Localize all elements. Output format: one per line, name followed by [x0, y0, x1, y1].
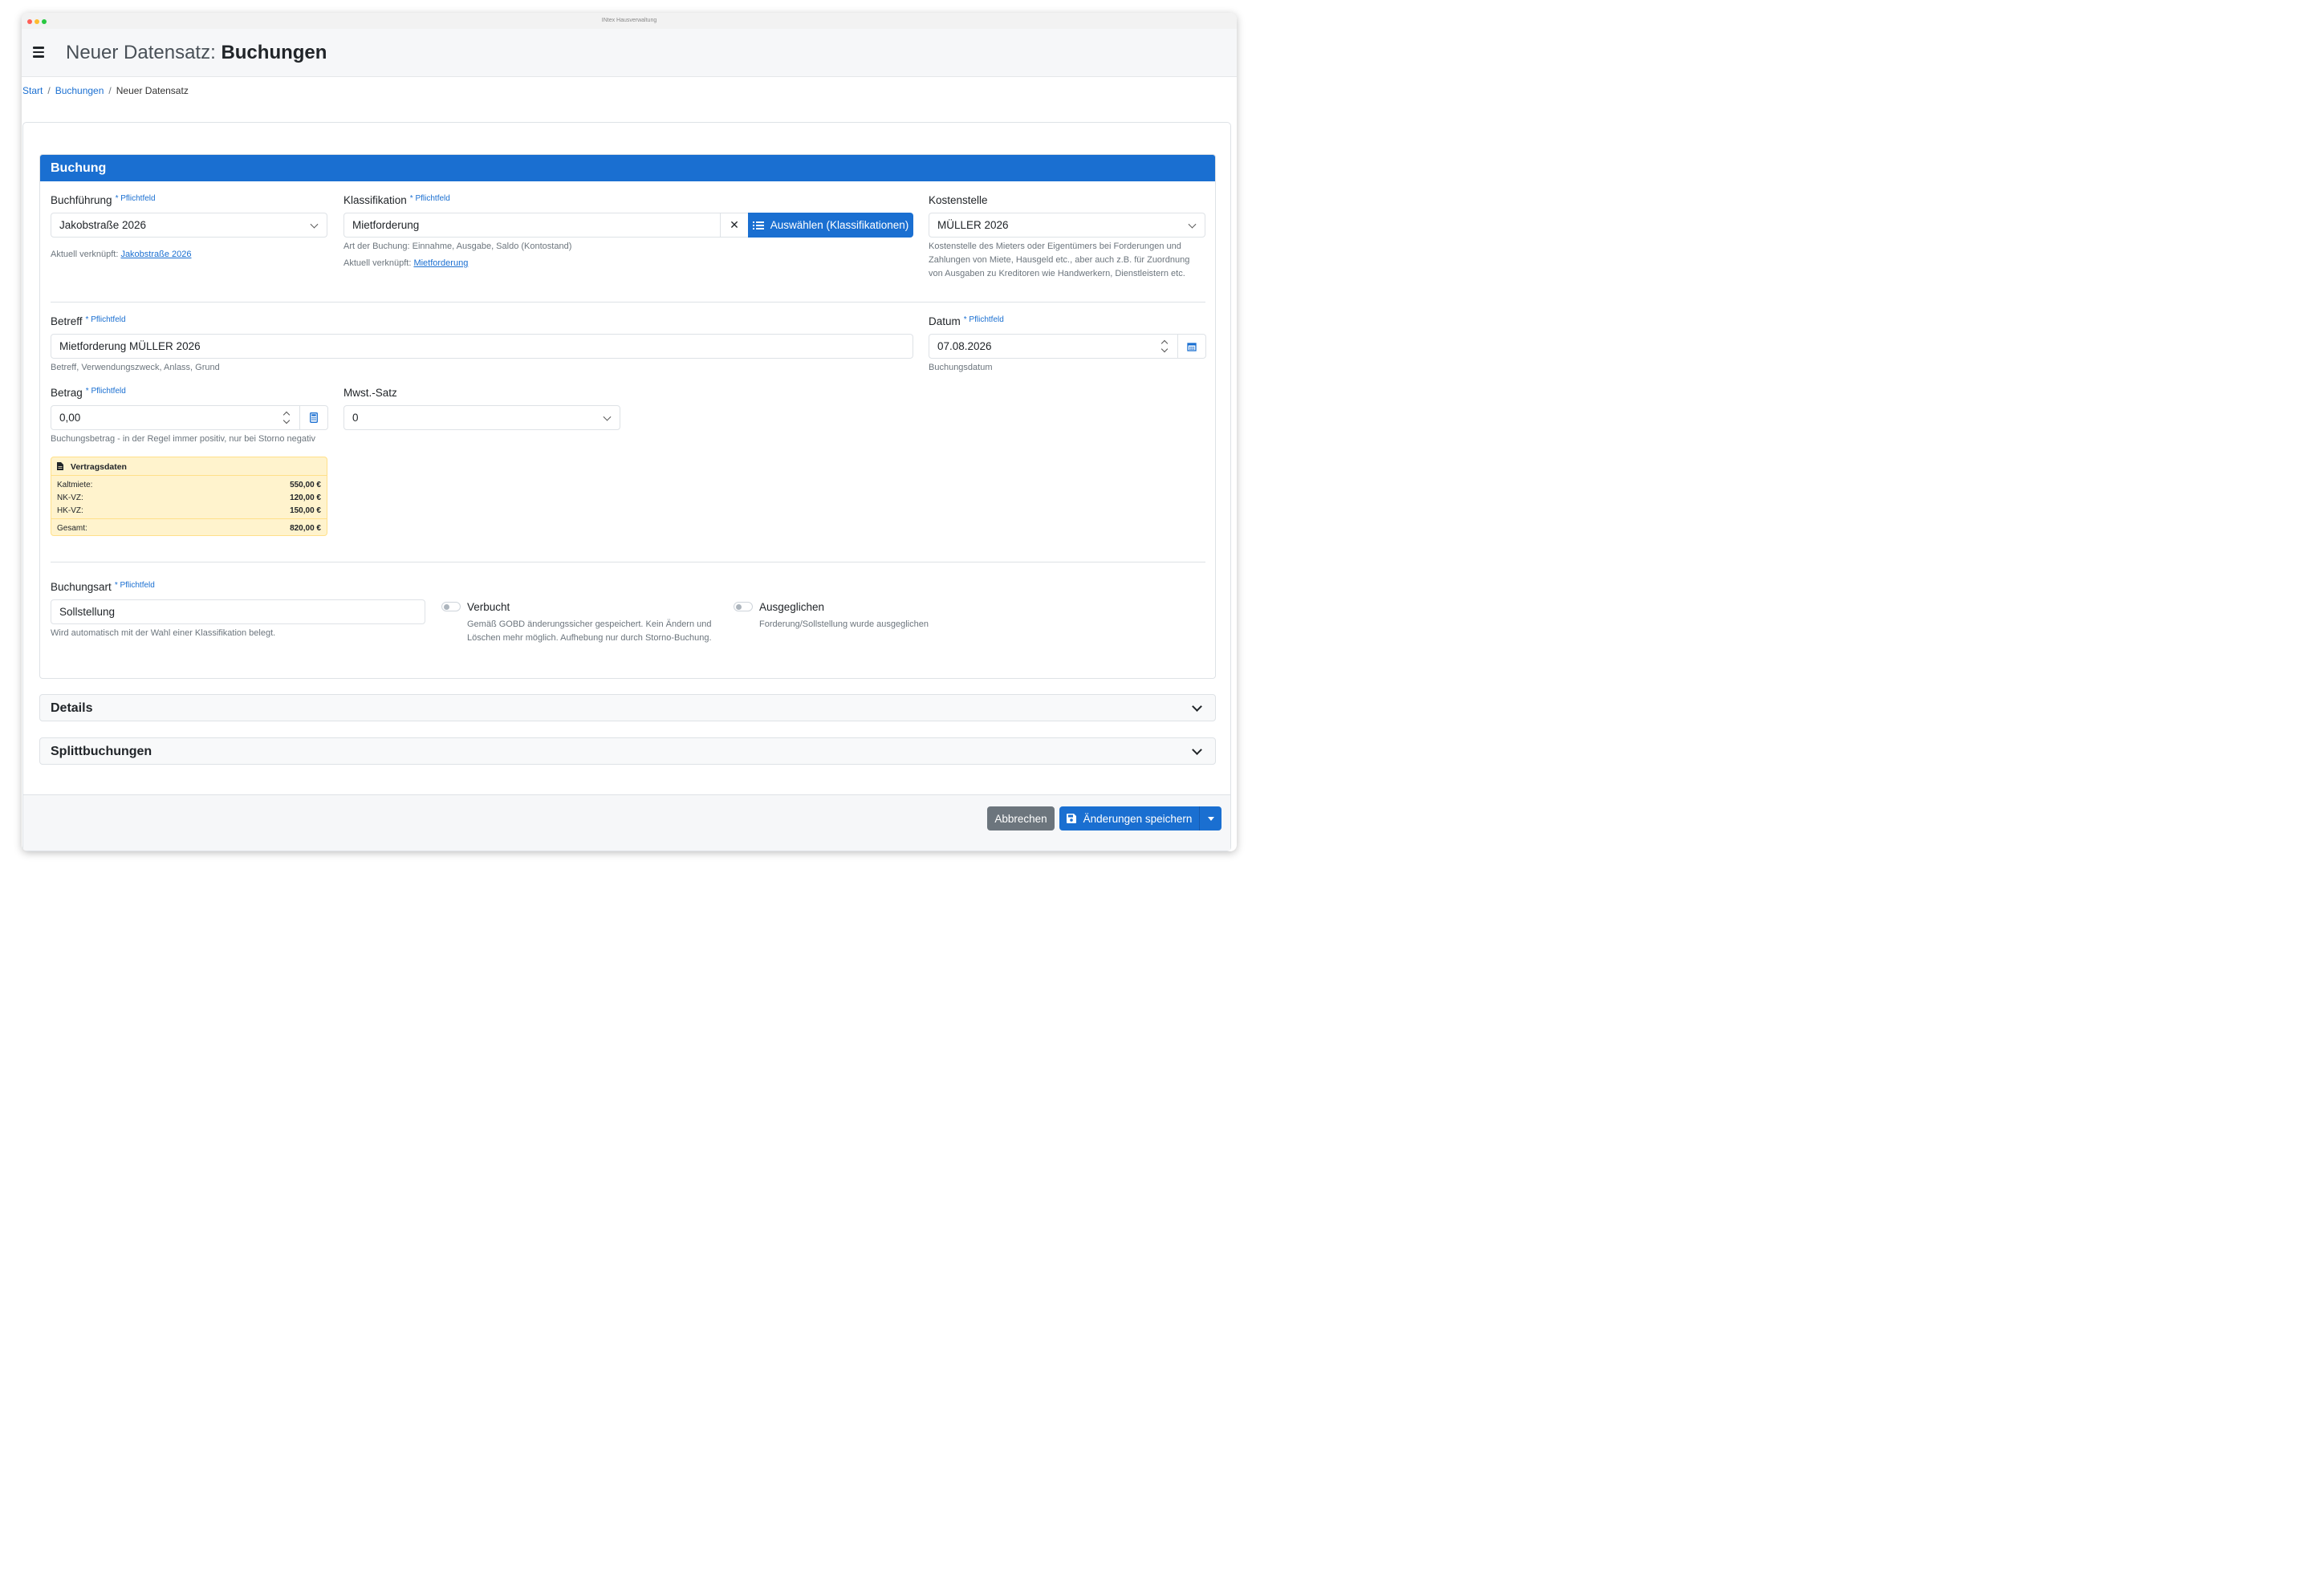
save-button[interactable]: Änderungen speichern — [1059, 806, 1199, 830]
floppy-disk-icon — [1066, 814, 1076, 823]
vertragsdaten-title: Vertragsdaten — [57, 462, 127, 472]
datum-calendar-button[interactable] — [1177, 334, 1206, 359]
breadcrumb: Start / Buchungen / Neuer Datensatz — [22, 85, 189, 96]
datum-help: Buchungsdatum — [929, 363, 993, 372]
chevron-down-icon — [310, 220, 319, 229]
buchungsart-label: Buchungsart * Pflichtfeld — [51, 581, 155, 593]
vertragsdaten-row: NK-VZ: 120,00 € — [57, 493, 321, 502]
page-title-prefix: Neuer Datensatz: — [66, 42, 216, 63]
ausgeglichen-toggle[interactable] — [734, 602, 753, 611]
spinner-icon — [283, 411, 290, 425]
chevron-down-icon — [1192, 701, 1202, 712]
klassifikation-clear-button[interactable]: ✕ — [720, 213, 749, 238]
form-footer: Abbrechen Änderungen speichern — [23, 794, 1230, 851]
kostenstelle-label: Kostenstelle — [929, 194, 988, 206]
verbucht-label: Verbucht — [467, 601, 510, 613]
betrag-calculator-button[interactable] — [299, 405, 328, 430]
list-icon — [752, 221, 764, 229]
vertragsdaten-row: Kaltmiete: 550,00 € — [57, 481, 321, 489]
chevron-down-icon — [1192, 745, 1202, 755]
vertragsdaten-box: Vertragsdaten Kaltmiete: 550,00 € NK-VZ: 1… — [51, 457, 327, 536]
divider — [51, 302, 1205, 303]
splittbuchungen-accordion[interactable]: Splittbuchungen — [39, 737, 1216, 765]
breadcrumb-buchungen[interactable]: Buchungen — [55, 85, 104, 96]
buchfuehrung-label: Buchführung * Pflichtfeld — [51, 194, 156, 206]
buchfuehrung-select[interactable]: Jakobstraße 2026 — [51, 213, 327, 238]
kostenstelle-help: Kostenstelle des Mieters oder Eigentümer… — [929, 242, 1190, 278]
top-bar: Neuer Datensatz: Buchungen — [22, 29, 1237, 77]
betrag-label: Betrag * Pflichtfeld — [51, 387, 126, 399]
mwst-select[interactable]: 0 — [343, 405, 620, 430]
mwst-label: Mwst.-Satz — [343, 387, 397, 399]
buchungsart-help: Wird automatisch mit der Wahl einer Klas… — [51, 628, 276, 638]
betrag-help: Buchungsbetrag - in der Regel immer posi… — [51, 434, 315, 444]
buchungsart-input[interactable]: Sollstellung — [51, 599, 425, 624]
buchfuehrung-link[interactable]: Jakobstraße 2026 — [120, 250, 191, 259]
save-options-dropdown[interactable] — [1199, 806, 1221, 830]
cancel-button[interactable]: Abbrechen — [987, 806, 1055, 830]
klassifikation-help: Art der Buchung: Einnahme, Ausgabe, Sald… — [343, 242, 572, 268]
buchfuehrung-help: Aktuell verknüpft: Jakobstraße 2026 — [51, 250, 192, 259]
calculator-icon — [310, 412, 318, 423]
form-card: Buchung Buchführung * Pflichtfeld Jakobst… — [22, 122, 1231, 851]
vertragsdaten-row: HK-VZ: 150,00 € — [57, 506, 321, 515]
klassifikation-label: Klassifikation * Pflichtfeld — [343, 194, 450, 206]
title-bar: INtex Hausverwaltung — [22, 13, 1237, 29]
ausgeglichen-help: Forderung/Sollstellung wurde ausgegliche… — [759, 619, 929, 629]
buchung-section: Buchung Buchführung * Pflichtfeld Jakobst… — [39, 154, 1216, 679]
details-accordion-title: Details — [51, 701, 93, 715]
kostenstelle-select[interactable]: MÜLLER 2026 — [929, 213, 1205, 238]
close-icon: ✕ — [730, 218, 739, 231]
datum-input[interactable]: 07.08.2026 — [929, 334, 1178, 359]
breadcrumb-current: Neuer Datensatz — [116, 85, 189, 96]
hamburger-menu-icon[interactable] — [33, 47, 44, 60]
datum-label: Datum * Pflichtfeld — [929, 315, 1004, 327]
betreff-label: Betreff * Pflichtfeld — [51, 315, 126, 327]
klassifikation-select-button[interactable]: Auswählen (Klassifikationen) — [748, 213, 913, 238]
betrag-input[interactable]: 0,00 — [51, 405, 300, 430]
verbucht-help: Gemäß GOBD änderungssicher gespeichert. … — [467, 619, 712, 643]
klassifikation-input[interactable]: Mietforderung — [343, 213, 721, 238]
document-icon — [57, 462, 63, 470]
chevron-down-icon — [1188, 220, 1197, 229]
vertragsdaten-total: Gesamt: 820,00 € — [57, 524, 321, 533]
splittbuchungen-accordion-title: Splittbuchungen — [51, 745, 152, 758]
verbucht-toggle[interactable] — [441, 602, 461, 611]
spinner-icon — [1161, 339, 1168, 354]
app-window: INtex Hausverwaltung Neuer Datensatz: Bu… — [22, 13, 1237, 851]
page-title: Neuer Datensatz: Buchungen — [66, 42, 327, 64]
page-title-entity: Buchungen — [221, 42, 327, 63]
chevron-down-icon — [603, 412, 612, 421]
details-accordion[interactable]: Details — [39, 694, 1216, 721]
breadcrumb-start[interactable]: Start — [22, 85, 43, 96]
calendar-icon — [1187, 342, 1197, 351]
buchung-section-title: Buchung — [40, 155, 1215, 181]
window-title: INtex Hausverwaltung — [601, 18, 657, 23]
ausgeglichen-label: Ausgeglichen — [759, 601, 825, 613]
betreff-input[interactable]: Mietforderung MÜLLER 2026 — [51, 334, 913, 359]
betreff-help: Betreff, Verwendungszweck, Anlass, Grund — [51, 363, 220, 372]
klassifikation-link[interactable]: Mietforderung — [413, 258, 468, 268]
caret-down-icon — [1207, 816, 1214, 821]
